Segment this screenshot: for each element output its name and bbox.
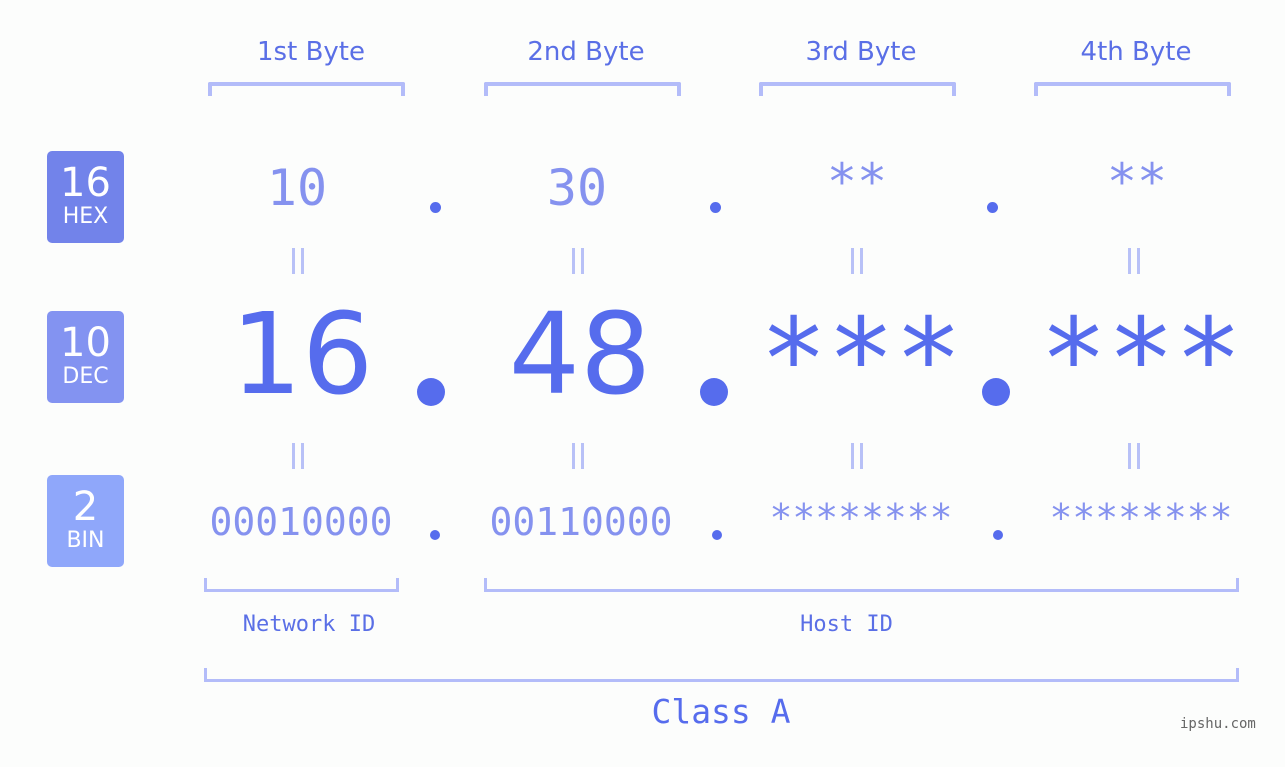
equals-icon xyxy=(292,443,304,469)
bin-separator-dot-2 xyxy=(712,530,722,540)
equals-icon xyxy=(851,248,863,274)
dec-byte-4: *** xyxy=(1039,295,1243,425)
network-id-label: Network ID xyxy=(242,612,376,637)
dec-badge-label: DEC xyxy=(62,364,109,389)
bin-badge: 2 BIN xyxy=(47,475,124,567)
equals-icon xyxy=(572,443,584,469)
class-label: Class A xyxy=(651,692,791,731)
bin-separator-dot-3 xyxy=(993,530,1003,540)
dec-separator-dot-2 xyxy=(700,378,728,406)
hex-byte-3: ** xyxy=(826,153,888,211)
watermark: ipshu.com xyxy=(1180,716,1256,732)
host-id-label: Host ID xyxy=(800,612,893,637)
byte-bracket-3 xyxy=(759,82,956,96)
byte-bracket-1 xyxy=(208,82,405,96)
dec-byte-3: *** xyxy=(759,295,963,425)
hex-byte-2: 30 xyxy=(546,159,608,217)
byte-header-2: 2nd Byte xyxy=(527,37,645,67)
hex-badge-number: 16 xyxy=(60,160,111,206)
hex-badge-label: HEX xyxy=(62,204,109,229)
class-bracket xyxy=(204,668,1239,682)
bin-separator-dot-1 xyxy=(430,530,440,540)
byte-header-3: 3rd Byte xyxy=(805,37,917,67)
byte-bracket-2 xyxy=(484,82,681,96)
equals-icon xyxy=(572,248,584,274)
equals-icon xyxy=(1128,248,1140,274)
bin-badge-number: 2 xyxy=(72,484,99,530)
hex-separator-dot-3 xyxy=(987,202,998,213)
host-id-bracket xyxy=(484,578,1239,592)
dec-badge-number: 10 xyxy=(60,320,111,366)
hex-separator-dot-1 xyxy=(430,202,441,213)
equals-icon xyxy=(851,443,863,469)
bin-badge-label: BIN xyxy=(66,528,105,553)
byte-header-4: 4th Byte xyxy=(1080,37,1192,67)
equals-icon xyxy=(292,248,304,274)
equals-icon xyxy=(1128,443,1140,469)
hex-separator-dot-2 xyxy=(710,202,721,213)
dec-badge: 10 DEC xyxy=(47,311,124,403)
bin-byte-3: ******** xyxy=(769,496,953,540)
dec-separator-dot-1 xyxy=(417,378,445,406)
byte-header-1: 1st Byte xyxy=(257,37,365,67)
bin-byte-4: ******** xyxy=(1049,496,1233,540)
byte-bracket-4 xyxy=(1034,82,1231,96)
dec-byte-1: 16 xyxy=(230,290,374,420)
bin-byte-2: 00110000 xyxy=(489,500,673,544)
dec-byte-2: 48 xyxy=(508,290,652,420)
hex-badge: 16 HEX xyxy=(47,151,124,243)
network-id-bracket xyxy=(204,578,399,592)
dec-separator-dot-3 xyxy=(982,378,1010,406)
hex-byte-1: 10 xyxy=(266,159,328,217)
bin-byte-1: 00010000 xyxy=(209,500,393,544)
hex-byte-4: ** xyxy=(1106,153,1168,211)
